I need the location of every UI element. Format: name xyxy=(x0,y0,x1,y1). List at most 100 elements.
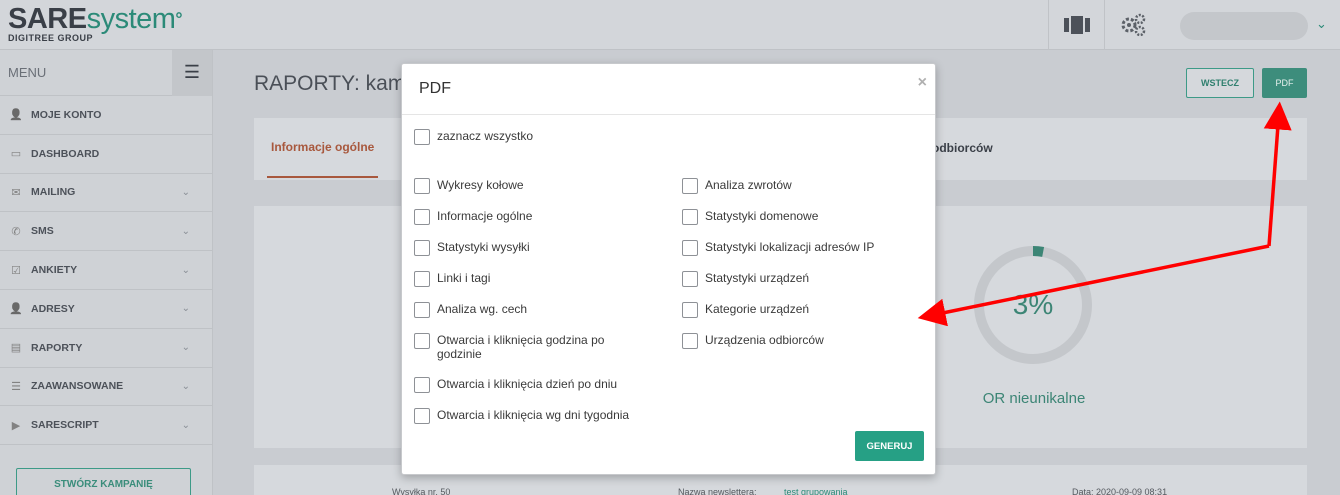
checkbox[interactable] xyxy=(682,302,698,318)
sidebar-item-label: SMS xyxy=(31,225,54,238)
checkbox[interactable] xyxy=(414,302,430,318)
checkbox[interactable] xyxy=(414,129,430,145)
checkbox-label: Informacje ogólne xyxy=(437,209,533,223)
checkbox-label: Otwarcia i kliknięcia wg dni tygodnia xyxy=(437,408,630,422)
pdf-option-right[interactable]: Analiza zwrotów xyxy=(682,178,922,194)
monitor-icon: ▭ xyxy=(10,148,22,161)
checkbox[interactable] xyxy=(414,377,430,393)
checkbox-label: Otwarcia i kliknięcia godzina po godzini… xyxy=(437,333,605,361)
sidebar-item-label: RAPORTY xyxy=(31,341,83,354)
sidebar-item-mailing[interactable]: ✉ MAILING ⌄ xyxy=(0,174,212,213)
list-icon: ☰ xyxy=(11,380,21,393)
modal-title: PDF xyxy=(419,80,451,97)
chevron-down-icon[interactable]: ⌄ xyxy=(1316,16,1327,32)
menu-label: MENU xyxy=(8,65,47,80)
shipment-number: Wysyłka nr. 50 xyxy=(392,487,451,495)
chevron-down-icon: ⌄ xyxy=(181,303,190,315)
checkbox[interactable] xyxy=(682,333,698,349)
pdf-option-right[interactable]: Kategorie urządzeń xyxy=(682,302,922,318)
checkbox-icon: ☑ xyxy=(11,264,21,277)
sidebar-item-label: SARESCRIPT xyxy=(31,419,99,432)
tab-general-info[interactable]: Informacje ogólne xyxy=(267,118,379,178)
pdf-option-left[interactable]: Informacje ogólne xyxy=(414,209,644,225)
pdf-option-left[interactable]: Linki i tagi xyxy=(414,271,644,287)
checkbox-label: Analiza zwrotów xyxy=(705,178,792,192)
user-menu[interactable] xyxy=(1180,12,1308,40)
pdf-option-left[interactable]: Otwarcia i kliknięcia godzina po godzini… xyxy=(414,333,644,361)
top-bar: SAREsystem° DIGITREE GROUP ⌄ xyxy=(0,0,1340,50)
sidebar-item-ankiety[interactable]: ☑ ANKIETY ⌄ xyxy=(0,251,212,290)
campaign-date: Data: 2020-09-09 08:31 xyxy=(1072,487,1168,495)
user-icon: 👤 xyxy=(9,109,23,122)
checkbox-label: Linki i tagi xyxy=(437,271,491,285)
pdf-option-left[interactable]: Otwarcia i kliknięcia wg dni tygodnia xyxy=(414,408,644,424)
checkbox[interactable] xyxy=(682,209,698,225)
pdf-option-right[interactable]: Statystyki domenowe xyxy=(682,209,922,225)
chevron-down-icon: ⌄ xyxy=(181,380,190,392)
checkbox[interactable] xyxy=(682,178,698,194)
sidebar-item-dashboard[interactable]: ▭ DASHBOARD xyxy=(0,135,212,174)
page-title: RAPORTY: kamp xyxy=(254,72,417,95)
checkbox[interactable] xyxy=(682,240,698,256)
pdf-option-right[interactable]: Urządzenia odbiorców xyxy=(682,333,922,349)
sidebar-item-raporty[interactable]: ▤ RAPORTY ⌄ xyxy=(0,329,212,368)
pdf-option-left[interactable]: Wykresy kołowe xyxy=(414,178,644,194)
menu-header: MENU ☰ xyxy=(0,49,212,96)
pdf-button[interactable]: PDF xyxy=(1262,68,1307,98)
checkbox-label: Analiza wg. cech xyxy=(437,302,528,316)
logo[interactable]: SAREsystem° DIGITREE GROUP xyxy=(8,4,183,43)
checkbox-label: Statystyki domenowe xyxy=(705,209,819,223)
play-icon: ▶ xyxy=(11,419,21,432)
user-icon: 👤 xyxy=(9,303,23,316)
checkbox-label: Statystyki lokalizacji adresów IP xyxy=(705,240,875,254)
select-all-option[interactable]: zaznacz wszystko xyxy=(414,129,664,145)
back-button[interactable]: WSTECZ xyxy=(1186,68,1254,98)
or-gauge: 3% xyxy=(972,244,1094,366)
pdf-option-left[interactable]: Otwarcia i kliknięcia dzień po dniu xyxy=(414,377,644,393)
checkbox[interactable] xyxy=(414,240,430,256)
chevron-down-icon: ⌄ xyxy=(181,419,190,431)
newsletter-label: Nazwa newslettera: xyxy=(678,487,757,495)
tab-recipients[interactable]: odbiorców xyxy=(932,141,993,155)
hamburger-icon[interactable]: ☰ xyxy=(172,49,212,96)
newsletter-name[interactable]: test grupowania xyxy=(784,487,848,495)
chevron-down-icon: ⌄ xyxy=(181,186,190,198)
checkbox[interactable] xyxy=(682,271,698,287)
pdf-option-right[interactable]: Statystyki lokalizacji adresów IP xyxy=(682,240,922,256)
checkbox[interactable] xyxy=(414,178,430,194)
sidebar-item-label: DASHBOARD xyxy=(31,147,100,160)
generate-button[interactable]: GENERUJ xyxy=(855,431,924,461)
sidebar-item-adresy[interactable]: 👤 ADRESY ⌄ xyxy=(0,290,212,329)
sidebar-item-zaawansowane[interactable]: ☰ ZAAWANSOWANE ⌄ xyxy=(0,368,212,407)
report-icon: ▤ xyxy=(10,342,22,355)
pdf-option-left[interactable]: Statystyki wysyłki xyxy=(414,240,644,256)
checkbox-label: Kategorie urządzeń xyxy=(705,302,810,316)
pdf-option-left[interactable]: Analiza wg. cech xyxy=(414,302,644,318)
phone-icon: ✆ xyxy=(11,225,21,238)
columns-icon[interactable] xyxy=(1048,0,1104,50)
checkbox-label: Statystyki wysyłki xyxy=(437,240,530,254)
gears-icon[interactable] xyxy=(1104,0,1160,50)
sidebar-item-label: ANKIETY xyxy=(31,264,78,277)
modal-header: PDF × xyxy=(402,64,935,115)
checkbox-label: Otwarcia i kliknięcia dzień po dniu xyxy=(437,377,618,391)
checkbox-label: Statystyki urządzeń xyxy=(705,271,810,285)
checkbox[interactable] xyxy=(414,333,430,349)
close-icon[interactable]: × xyxy=(918,74,927,92)
gauge-label: OR nieunikalne xyxy=(982,390,1086,407)
checkbox[interactable] xyxy=(414,408,430,424)
envelope-icon: ✉ xyxy=(11,186,21,199)
checkbox-label: zaznacz wszystko xyxy=(437,129,534,143)
sidebar: MENU ☰ 👤 MOJE KONTO ▭ DASHBOARD ✉ MAILING ⌄ ✆ SM… xyxy=(0,49,213,495)
sidebar-item-sms[interactable]: ✆ SMS ⌄ xyxy=(0,212,212,252)
gauge-value: 3% xyxy=(1012,289,1054,320)
checkbox-label: Wykresy kołowe xyxy=(437,178,524,192)
sidebar-item-sarescript[interactable]: ▶ SARESCRIPT ⌄ xyxy=(0,406,212,446)
pdf-option-right[interactable]: Statystyki urządzeń xyxy=(682,271,922,287)
checkbox[interactable] xyxy=(414,271,430,287)
checkbox-label: Urządzenia odbiorców xyxy=(705,333,824,347)
chevron-down-icon: ⌄ xyxy=(181,225,190,237)
create-campaign-button[interactable]: STWÓRZ KAMPANIĘ xyxy=(16,468,191,495)
checkbox[interactable] xyxy=(414,209,430,225)
sidebar-item-moje-konto[interactable]: 👤 MOJE KONTO xyxy=(0,96,212,135)
